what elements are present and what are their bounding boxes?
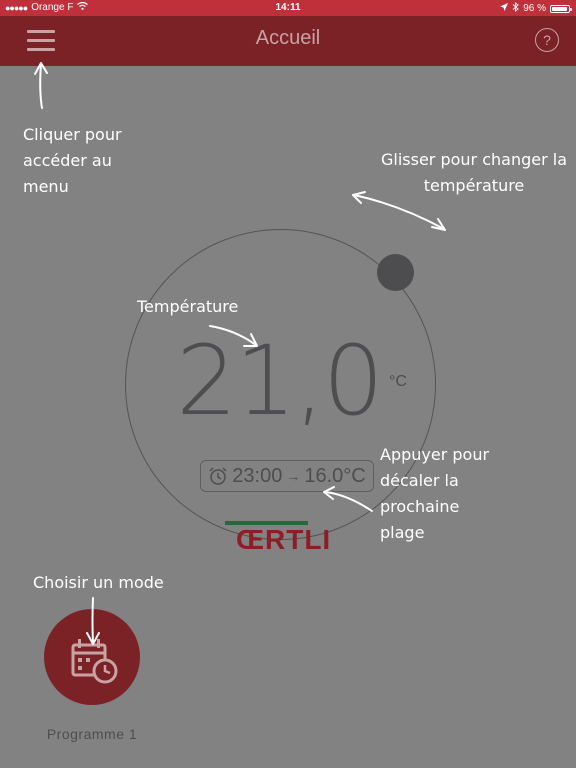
mode-annotation: Choisir un mode	[33, 573, 164, 592]
annotation-line: prochaine	[380, 497, 460, 516]
alarm-clock-icon	[208, 466, 228, 486]
annotation-line: Glisser pour changer la	[380, 150, 567, 169]
annotation-line: température	[423, 176, 525, 195]
annotation-line: Appuyer pour	[380, 445, 490, 464]
annotation-line: Cliquer pour	[23, 125, 122, 144]
menu-annotation: Cliquer pour accéder au menu	[23, 122, 122, 200]
location-icon	[500, 3, 509, 14]
temperature-annotation: Température	[137, 297, 239, 316]
page-title: Accueil	[255, 27, 321, 49]
shift-annotation: Appuyer pour décaler la prochaine plage	[380, 442, 489, 546]
status-bar: ●●●●● Orange F 14:11 96 %	[0, 0, 576, 16]
annotation-line: accéder au	[23, 151, 112, 170]
annotation-line: menu	[23, 177, 69, 196]
help-button[interactable]: ?	[535, 28, 559, 52]
battery-percent: 96 %	[523, 3, 546, 14]
annotation-line: décaler la	[380, 471, 459, 490]
battery-icon	[550, 4, 572, 13]
brand-logo: ŒRTLI	[236, 524, 332, 555]
status-time: 14:11	[275, 2, 301, 13]
slide-arrow	[353, 194, 445, 230]
menu-arrow	[39, 63, 43, 109]
mode-label: Programme 1	[46, 726, 138, 742]
annotation-line: plage	[380, 523, 425, 542]
calendar-clock-icon	[71, 639, 118, 684]
temperature-value: 21,0	[176, 325, 384, 437]
app-screen: ●●●●● Orange F 14:11 96 % Accueil ? 21,0	[0, 0, 576, 768]
next-slot-button[interactable]: 23:00 → 16.0°C	[200, 460, 374, 492]
next-slot-time: 23:00	[232, 464, 283, 487]
battery-level	[552, 6, 568, 11]
temperature-unit: °C	[389, 373, 407, 390]
dial-knob[interactable]	[377, 254, 414, 291]
bluetooth-icon	[512, 1, 519, 15]
mode-button[interactable]	[44, 609, 140, 705]
next-slot-temperature: 16.0°C	[304, 464, 366, 487]
arrow-right-icon: →	[286, 468, 301, 484]
slide-annotation: Glisser pour changer la température	[380, 147, 568, 199]
navigation-bar: Accueil ?	[0, 16, 576, 66]
